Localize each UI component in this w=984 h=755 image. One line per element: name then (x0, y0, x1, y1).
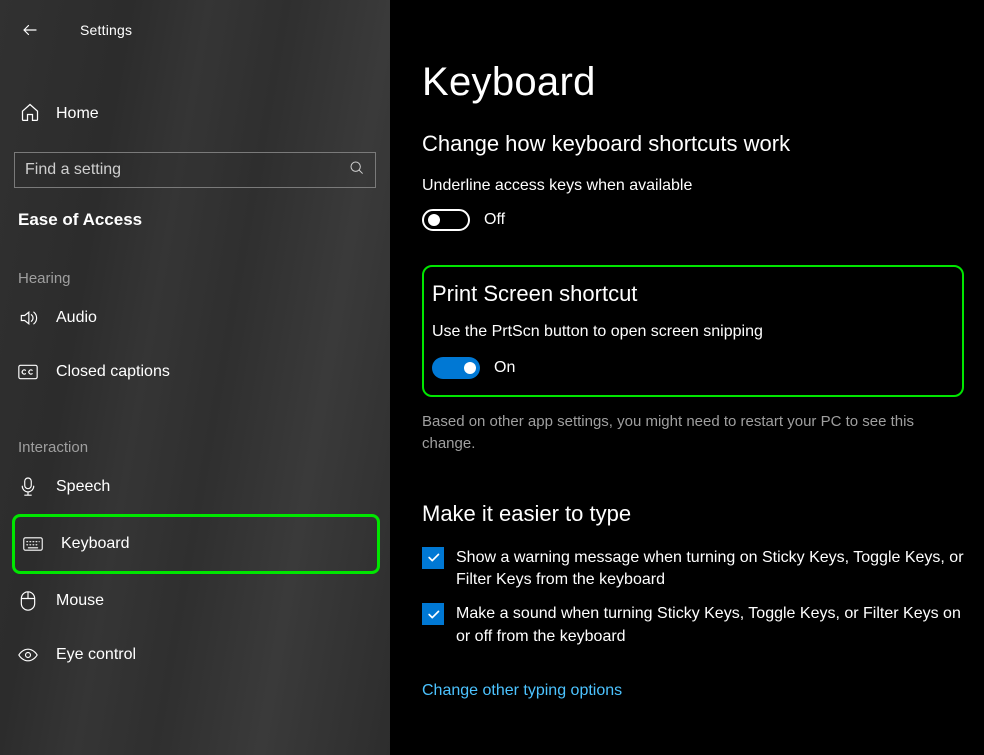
page-title: Keyboard (422, 60, 964, 105)
search-input-container[interactable] (14, 152, 376, 188)
prtscn-note: Based on other app settings, you might n… (422, 411, 964, 455)
check-icon (426, 607, 441, 622)
link-change-other-typing-options[interactable]: Change other typing options (422, 682, 622, 700)
sidebar-section-title: Ease of Access (0, 188, 390, 230)
microphone-icon (18, 477, 38, 497)
sidebar-item-label: Mouse (56, 592, 104, 610)
audio-icon (18, 308, 38, 328)
checkbox-label: Make a sound when turning Sticky Keys, T… (456, 603, 964, 648)
sidebar-item-label: Closed captions (56, 363, 170, 381)
sidebar-item-label: Audio (56, 309, 97, 327)
sidebar-item-keyboard[interactable]: Keyboard (19, 517, 377, 571)
arrow-left-icon (21, 21, 39, 39)
mouse-icon (18, 591, 38, 611)
sidebar-item-label: Speech (56, 478, 110, 496)
sidebar-item-label: Keyboard (61, 535, 130, 553)
search-icon (349, 160, 365, 181)
checkbox-label: Show a warning message when turning on S… (456, 547, 964, 592)
home-icon (20, 102, 40, 127)
settings-content: Keyboard Change how keyboard shortcuts w… (390, 0, 984, 755)
section-heading-easier: Make it easier to type (422, 501, 964, 527)
sidebar-item-eye-control[interactable]: Eye control (0, 628, 390, 682)
toggle-underline-access-keys[interactable] (422, 209, 470, 231)
toggle-prtscn-snipping[interactable] (432, 357, 480, 379)
section-heading-prtscn: Print Screen shortcut (432, 281, 946, 307)
highlight-prtscn-section: Print Screen shortcut Use the PrtScn but… (422, 265, 964, 397)
toggle-state-underline: Off (484, 211, 505, 229)
sidebar-item-home[interactable]: Home (0, 94, 390, 134)
group-label-hearing: Hearing (0, 230, 390, 291)
sidebar-item-audio[interactable]: Audio (0, 291, 390, 345)
sidebar-item-speech[interactable]: Speech (0, 460, 390, 514)
home-label: Home (56, 105, 99, 123)
search-input[interactable] (25, 161, 349, 179)
toggle-label-prtscn: Use the PrtScn button to open screen sni… (432, 323, 946, 341)
checkbox-make-sound[interactable] (422, 603, 444, 625)
toggle-knob (464, 362, 476, 374)
toggle-label-underline: Underline access keys when available (422, 177, 964, 195)
sidebar-item-mouse[interactable]: Mouse (0, 574, 390, 628)
sidebar-item-label: Eye control (56, 646, 136, 664)
keyboard-icon (23, 534, 43, 554)
closed-captions-icon (18, 362, 38, 382)
settings-sidebar: Settings Home Ease of Access Hearing Aud… (0, 0, 390, 755)
sidebar-highlight-keyboard: Keyboard (12, 514, 380, 574)
checkbox-warning-message[interactable] (422, 547, 444, 569)
window-title: Settings (80, 22, 132, 38)
eye-icon (18, 645, 38, 665)
back-button[interactable] (10, 12, 50, 48)
group-label-interaction: Interaction (0, 399, 390, 460)
check-icon (426, 550, 441, 565)
toggle-state-prtscn: On (494, 359, 515, 377)
sidebar-item-closed-captions[interactable]: Closed captions (0, 345, 390, 399)
section-heading-shortcuts: Change how keyboard shortcuts work (422, 131, 964, 157)
toggle-knob (428, 214, 440, 226)
